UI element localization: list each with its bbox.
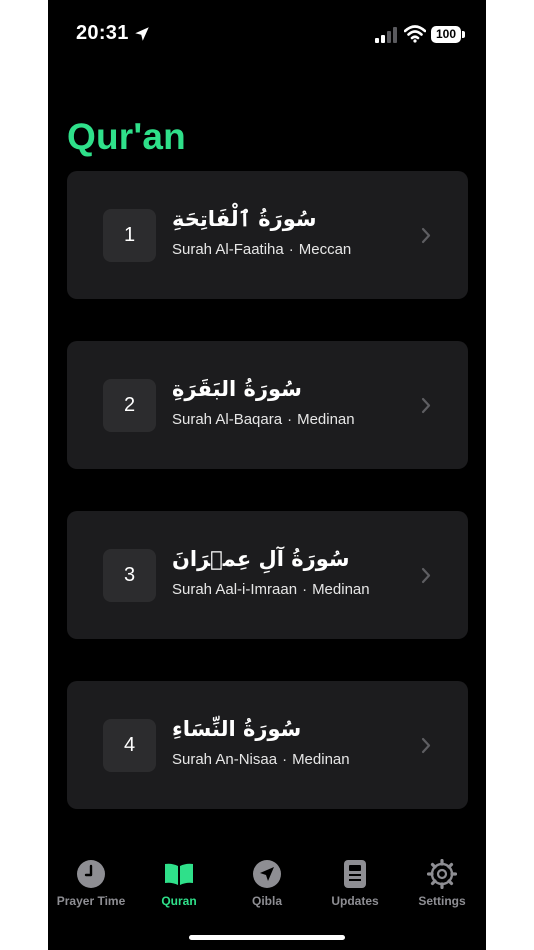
cellular-signal-icon	[375, 27, 397, 43]
home-indicator[interactable]	[189, 935, 345, 940]
status-time: 20:31	[76, 22, 129, 44]
page-title: Qur'an	[67, 116, 186, 157]
surah-name: Surah Al-Faatiha	[172, 241, 284, 258]
surah-number: 2	[103, 379, 156, 432]
meta-separator: ·	[287, 411, 293, 428]
surah-meta: Surah Aal-i-Imraan · Medinan	[172, 581, 370, 598]
surah-number: 3	[103, 549, 156, 602]
tab-label: Updates	[331, 894, 379, 908]
surah-type: Medinan	[292, 751, 350, 768]
wifi-icon	[404, 25, 426, 43]
surah-card-2[interactable]: 2 سُورَةُ البَقَرَةِ Surah Al-Baqara · Med…	[67, 341, 468, 469]
meta-separator: ·	[288, 241, 294, 258]
battery-tip	[462, 31, 465, 38]
phone-screen: 20:31 100 Qur'an 1 سُورَةُ ٱلْفَاتِحَةِ …	[48, 0, 486, 950]
surah-arabic-name: سُورَةُ آلِ عِمۡرَانَ	[172, 547, 350, 571]
tab-label: Quran	[161, 894, 197, 908]
surah-arabic-name: سُورَةُ النِّسَاءِ	[172, 717, 302, 741]
battery-icon: 100	[431, 26, 461, 43]
meta-separator: ·	[282, 751, 288, 768]
surah-meta: Surah An-Nisaa · Medinan	[172, 751, 350, 768]
status-bar: 20:31 100	[48, 0, 486, 60]
tab-label: Prayer Time	[56, 894, 126, 908]
surah-card-3[interactable]: 3 سُورَةُ آلِ عِمۡرَانَ Surah Aal-i-Imra…	[67, 511, 468, 639]
tab-settings[interactable]: Settings	[398, 850, 486, 920]
open-book-icon	[165, 863, 193, 885]
chevron-right-icon	[421, 567, 431, 584]
surah-type: Medinan	[312, 581, 370, 598]
gear-icon	[427, 859, 457, 889]
surah-card-4[interactable]: 4 سُورَةُ النِّسَاءِ Surah An-Nisaa · Medi…	[67, 681, 468, 809]
tab-bar: Prayer Time Quran Qibla Updates Settings	[48, 850, 486, 930]
chevron-right-icon	[421, 227, 431, 244]
surah-meta: Surah Al-Baqara · Medinan	[172, 411, 355, 428]
tab-quran[interactable]: Quran	[135, 850, 223, 920]
surah-type: Medinan	[297, 411, 355, 428]
tab-prayer-time[interactable]: Prayer Time	[48, 850, 135, 920]
tab-qibla[interactable]: Qibla	[223, 850, 311, 920]
surah-arabic-name: سُورَةُ ٱلْفَاتِحَةِ	[172, 207, 317, 231]
compass-arrow-icon	[253, 860, 281, 888]
chevron-right-icon	[421, 397, 431, 414]
meta-separator: ·	[302, 581, 308, 598]
surah-number: 4	[103, 719, 156, 772]
surah-name: Surah Al-Baqara	[172, 411, 283, 428]
surah-arabic-name: سُورَةُ البَقَرَةِ	[172, 377, 302, 401]
surah-number: 1	[103, 209, 156, 262]
tab-updates[interactable]: Updates	[311, 850, 399, 920]
tab-label: Settings	[418, 894, 466, 908]
tab-label: Qibla	[251, 894, 282, 908]
chevron-right-icon	[421, 737, 431, 754]
surah-card-1[interactable]: 1 سُورَةُ ٱلْفَاتِحَةِ Surah Al-Faatiha ·…	[67, 171, 468, 299]
surah-name: Surah Aal-i-Imraan	[172, 581, 298, 598]
clock-icon	[77, 860, 105, 888]
surah-name: Surah An-Nisaa	[172, 751, 278, 768]
document-icon	[344, 860, 366, 888]
surah-type: Meccan	[298, 241, 352, 258]
location-arrow-icon	[135, 27, 149, 41]
surah-meta: Surah Al-Faatiha · Meccan	[172, 241, 351, 258]
